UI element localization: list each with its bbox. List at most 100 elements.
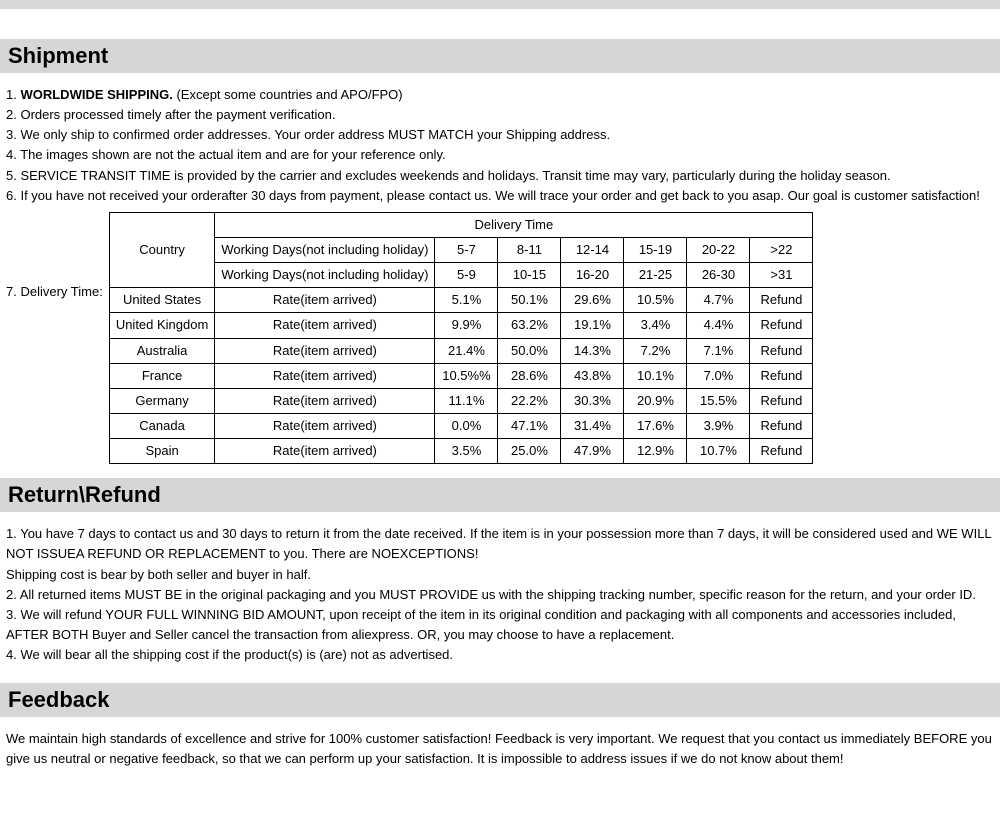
rate-val-0-4: 4.7% — [687, 288, 750, 313]
rate-val-0-1: 50.1% — [498, 288, 561, 313]
shipment-line-4: 4. The images shown are not the actual i… — [6, 145, 994, 165]
rate-val-6-2: 47.9% — [561, 439, 624, 464]
rate-val-3-3: 10.1% — [624, 363, 687, 388]
rate-val-5-5: Refund — [750, 413, 813, 438]
delivery-country-header: Country — [109, 212, 215, 287]
rate-val-4-3: 20.9% — [624, 388, 687, 413]
rate-val-2-4: 7.1% — [687, 338, 750, 363]
rate-val-4-5: Refund — [750, 388, 813, 413]
delivery-time-header: Delivery Time — [215, 212, 813, 237]
delivery-country-1: United Kingdom — [109, 313, 215, 338]
delivery-table: CountryDelivery TimeWorking Days(not inc… — [109, 212, 814, 464]
delivery-time-label: 7. Delivery Time: — [6, 212, 109, 302]
rate-val-1-5: Refund — [750, 313, 813, 338]
delivery-country-6: Spain — [109, 439, 215, 464]
wd2-col-2: 16-20 — [561, 263, 624, 288]
rate-val-3-0: 10.5%% — [435, 363, 498, 388]
wd2-col-0: 5-9 — [435, 263, 498, 288]
return-line-1: 1. You have 7 days to contact us and 30 … — [6, 524, 994, 564]
feedback-heading-bar: Feedback — [0, 683, 1000, 717]
rate-label-4: Rate(item arrived) — [215, 388, 435, 413]
rate-val-2-5: Refund — [750, 338, 813, 363]
shipment-line-2: 2. Orders processed timely after the pay… — [6, 105, 994, 125]
working-days-label-1: Working Days(not including holiday) — [215, 237, 435, 262]
rate-val-1-2: 19.1% — [561, 313, 624, 338]
wd1-col-0: 5-7 — [435, 237, 498, 262]
top-bar — [0, 0, 1000, 9]
wd2-col-3: 21-25 — [624, 263, 687, 288]
wd1-col-1: 8-11 — [498, 237, 561, 262]
delivery-country-4: Germany — [109, 388, 215, 413]
shipment-line-3: 3. We only ship to confirmed order addre… — [6, 125, 994, 145]
shipment-line-1: 1. WORLDWIDE SHIPPING. (Except some coun… — [6, 85, 994, 105]
rate-val-3-4: 7.0% — [687, 363, 750, 388]
return-heading-bar: Return\Refund — [0, 478, 1000, 512]
rate-val-5-4: 3.9% — [687, 413, 750, 438]
rate-val-6-1: 25.0% — [498, 439, 561, 464]
rate-val-5-1: 47.1% — [498, 413, 561, 438]
rate-val-4-2: 30.3% — [561, 388, 624, 413]
rate-val-1-1: 63.2% — [498, 313, 561, 338]
rate-label-3: Rate(item arrived) — [215, 363, 435, 388]
rate-val-0-3: 10.5% — [624, 288, 687, 313]
return-line-4: 4. We will bear all the shipping cost if… — [6, 645, 994, 665]
shipment-line-1-prefix: 1. — [6, 87, 20, 102]
wd2-col-5: >31 — [750, 263, 813, 288]
rate-val-2-0: 21.4% — [435, 338, 498, 363]
wd1-col-2: 12-14 — [561, 237, 624, 262]
wd2-col-4: 26-30 — [687, 263, 750, 288]
rate-val-0-2: 29.6% — [561, 288, 624, 313]
return-line-2: 2. All returned items MUST BE in the ori… — [6, 585, 994, 605]
feedback-heading: Feedback — [8, 687, 992, 713]
rate-val-1-4: 4.4% — [687, 313, 750, 338]
delivery-country-2: Australia — [109, 338, 215, 363]
rate-val-2-2: 14.3% — [561, 338, 624, 363]
shipment-content: 1. WORLDWIDE SHIPPING. (Except some coun… — [0, 85, 1000, 478]
wd1-col-5: >22 — [750, 237, 813, 262]
wd1-col-3: 15-19 — [624, 237, 687, 262]
rate-val-2-3: 7.2% — [624, 338, 687, 363]
rate-label-0: Rate(item arrived) — [215, 288, 435, 313]
return-line-1b: Shipping cost is bear by both seller and… — [6, 565, 994, 585]
rate-val-1-3: 3.4% — [624, 313, 687, 338]
rate-val-2-1: 50.0% — [498, 338, 561, 363]
working-days-label-2: Working Days(not including holiday) — [215, 263, 435, 288]
rate-val-1-0: 9.9% — [435, 313, 498, 338]
return-heading: Return\Refund — [8, 482, 992, 508]
rate-label-5: Rate(item arrived) — [215, 413, 435, 438]
rate-label-6: Rate(item arrived) — [215, 439, 435, 464]
rate-val-5-0: 0.0% — [435, 413, 498, 438]
return-content: 1. You have 7 days to contact us and 30 … — [0, 524, 1000, 683]
wd2-col-1: 10-15 — [498, 263, 561, 288]
rate-val-3-5: Refund — [750, 363, 813, 388]
return-line-3: 3. We will refund YOUR FULL WINNING BID … — [6, 605, 994, 645]
rate-val-4-0: 11.1% — [435, 388, 498, 413]
rate-label-1: Rate(item arrived) — [215, 313, 435, 338]
rate-val-0-0: 5.1% — [435, 288, 498, 313]
rate-val-3-2: 43.8% — [561, 363, 624, 388]
rate-val-5-3: 17.6% — [624, 413, 687, 438]
rate-val-5-2: 31.4% — [561, 413, 624, 438]
rate-val-6-0: 3.5% — [435, 439, 498, 464]
shipment-heading: Shipment — [8, 43, 992, 69]
rate-val-6-3: 12.9% — [624, 439, 687, 464]
feedback-line-1: We maintain high standards of excellence… — [6, 729, 994, 769]
shipment-line-1-bold: WORLDWIDE SHIPPING. — [20, 87, 172, 102]
wd1-col-4: 20-22 — [687, 237, 750, 262]
shipment-line-1-suffix: (Except some countries and APO/FPO) — [173, 87, 403, 102]
delivery-country-0: United States — [109, 288, 215, 313]
rate-val-4-4: 15.5% — [687, 388, 750, 413]
rate-val-6-4: 10.7% — [687, 439, 750, 464]
feedback-content: We maintain high standards of excellence… — [0, 729, 1000, 787]
rate-val-0-5: Refund — [750, 288, 813, 313]
rate-label-2: Rate(item arrived) — [215, 338, 435, 363]
delivery-country-5: Canada — [109, 413, 215, 438]
rate-val-3-1: 28.6% — [498, 363, 561, 388]
rate-val-6-5: Refund — [750, 439, 813, 464]
delivery-country-3: France — [109, 363, 215, 388]
shipment-line-5: 5. SERVICE TRANSIT TIME is provided by t… — [6, 166, 994, 186]
rate-val-4-1: 22.2% — [498, 388, 561, 413]
delivery-time-row: 7. Delivery Time: CountryDelivery TimeWo… — [6, 212, 994, 464]
shipment-line-6: 6. If you have not received your orderaf… — [6, 186, 994, 206]
shipment-heading-bar: Shipment — [0, 39, 1000, 73]
